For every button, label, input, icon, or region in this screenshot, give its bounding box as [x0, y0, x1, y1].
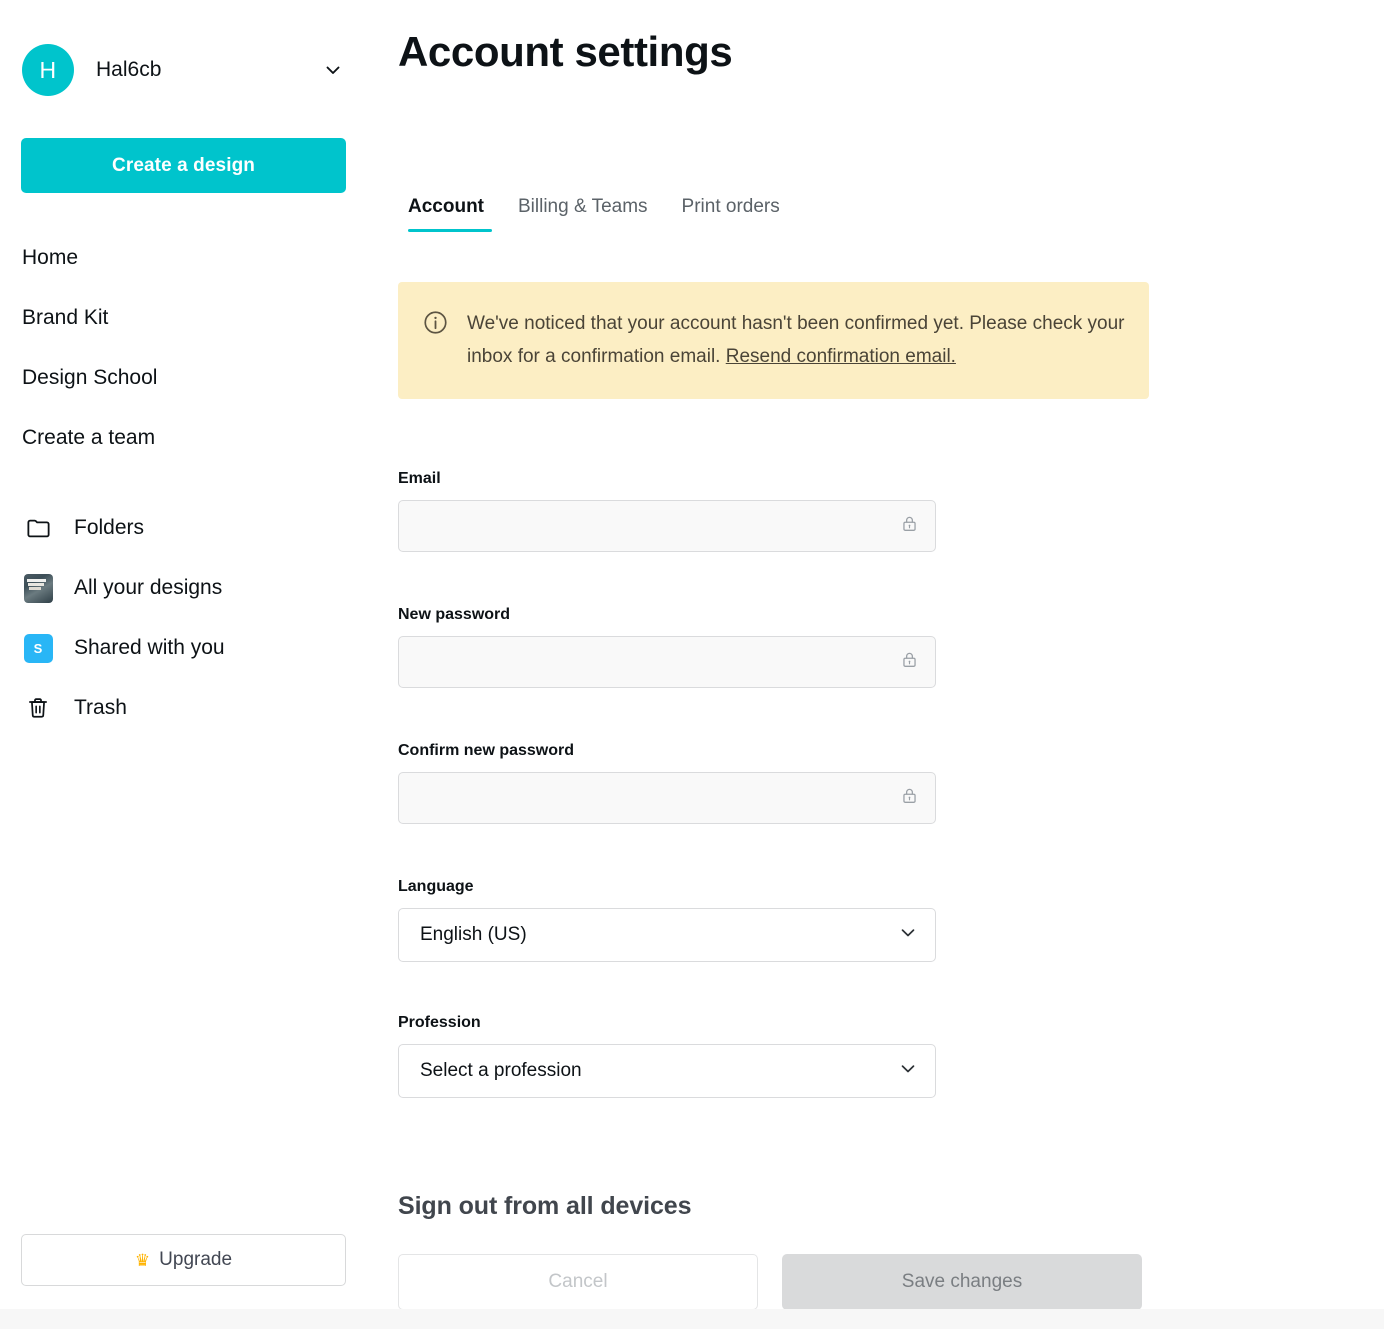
- info-circle-icon: [422, 309, 449, 373]
- design-thumbnail-icon: [22, 572, 54, 604]
- save-changes-button[interactable]: Save changes: [782, 1254, 1142, 1310]
- confirm-password-input[interactable]: [398, 772, 936, 824]
- resend-confirmation-email-link[interactable]: Resend confirmation email.: [726, 346, 956, 367]
- account-confirmation-banner: We've noticed that your account hasn't b…: [398, 282, 1149, 399]
- page-title: Account settings: [398, 28, 732, 76]
- language-label: Language: [398, 878, 936, 896]
- upgrade-button[interactable]: ♛ Upgrade: [21, 1234, 346, 1286]
- new-password-label: New password: [398, 606, 936, 624]
- cancel-button[interactable]: Cancel: [398, 1254, 758, 1310]
- bottom-bar: [0, 1309, 1384, 1329]
- language-select[interactable]: English (US): [398, 908, 936, 962]
- email-field-group: Email: [398, 470, 936, 552]
- chevron-down-icon[interactable]: [320, 57, 346, 83]
- sidebar-item-home[interactable]: Home: [0, 228, 390, 288]
- profession-field-group: Profession Select a profession: [398, 1014, 936, 1098]
- email-input[interactable]: [398, 500, 936, 552]
- new-password-input[interactable]: [398, 636, 936, 688]
- confirm-password-label: Confirm new password: [398, 742, 936, 760]
- settings-tabs: Account Billing & Teams Print orders: [398, 196, 797, 232]
- shared-badge-letter: S: [24, 634, 53, 663]
- sidebar: H Hal6cb Create a design Home Brand Kit …: [0, 0, 390, 1329]
- sidebar-item-label: Folders: [74, 516, 144, 540]
- sidebar-item-design-school[interactable]: Design School: [0, 348, 390, 408]
- new-password-field-group: New password: [398, 606, 936, 688]
- tab-print-orders[interactable]: Print orders: [665, 196, 797, 232]
- sidebar-item-folders[interactable]: Folders: [0, 498, 390, 558]
- account-switcher[interactable]: H Hal6cb: [22, 44, 346, 96]
- sidebar-item-create-a-team[interactable]: Create a team: [0, 408, 390, 468]
- crown-icon: ♛: [135, 1252, 150, 1269]
- sidebar-item-shared-with-you[interactable]: S Shared with you: [0, 618, 390, 678]
- language-field-group: Language English (US): [398, 878, 936, 962]
- sidebar-item-label: All your designs: [74, 576, 222, 600]
- tab-account[interactable]: Account: [398, 196, 501, 232]
- sidebar-item-trash[interactable]: Trash: [0, 678, 390, 738]
- folder-icon: [22, 512, 54, 544]
- form-actions: Cancel Save changes: [398, 1254, 1142, 1310]
- create-a-design-button[interactable]: Create a design: [21, 138, 346, 193]
- tab-billing-and-teams[interactable]: Billing & Teams: [501, 196, 665, 232]
- sign-out-all-devices-heading: Sign out from all devices: [398, 1192, 691, 1221]
- main-content: Account settings Account Billing & Teams…: [390, 0, 1384, 1329]
- trash-icon: [22, 692, 54, 724]
- profession-label: Profession: [398, 1014, 936, 1032]
- primary-navigation: Home Brand Kit Design School Create a te…: [0, 228, 390, 468]
- sidebar-item-all-your-designs[interactable]: All your designs: [0, 558, 390, 618]
- avatar: H: [22, 44, 74, 96]
- shared-badge-icon: S: [22, 632, 54, 664]
- language-selected-value: English (US): [420, 924, 527, 946]
- profession-select[interactable]: Select a profession: [398, 1044, 936, 1098]
- confirm-password-field-group: Confirm new password: [398, 742, 936, 824]
- banner-text: We've noticed that your account hasn't b…: [467, 307, 1125, 373]
- upgrade-button-label: Upgrade: [159, 1249, 232, 1271]
- profession-selected-value: Select a profession: [420, 1060, 582, 1082]
- sidebar-item-label: Trash: [74, 696, 127, 720]
- secondary-navigation: Folders All your designs S Shared with y…: [0, 498, 390, 738]
- account-settings-page: H Hal6cb Create a design Home Brand Kit …: [0, 0, 1384, 1329]
- sidebar-item-brand-kit[interactable]: Brand Kit: [0, 288, 390, 348]
- email-label: Email: [398, 470, 936, 488]
- account-name: Hal6cb: [96, 58, 161, 82]
- sidebar-item-label: Shared with you: [74, 636, 225, 660]
